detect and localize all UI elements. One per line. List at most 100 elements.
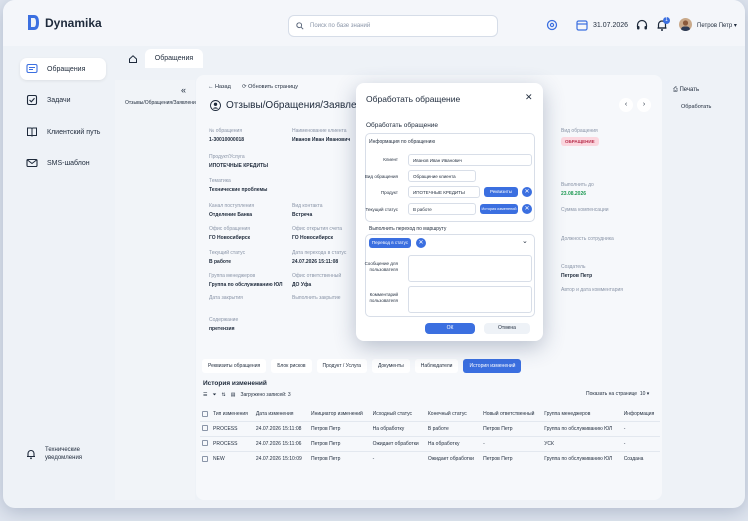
route-title: Выполнить переход по маршруту xyxy=(369,226,447,232)
tab-requests[interactable]: Обращения xyxy=(145,49,203,68)
search-icon xyxy=(296,22,304,30)
chevron-down-icon[interactable]: ⌄ xyxy=(522,237,528,245)
table-row[interactable]: NEW 24.07.2026 15:10:09 Петров Петр - Ожидае… xyxy=(200,450,660,466)
status-field[interactable]: В работе xyxy=(408,203,476,215)
bell-icon xyxy=(27,450,35,460)
column-header[interactable]: Исходный статус xyxy=(371,407,426,421)
select-all-checkbox[interactable] xyxy=(202,410,208,417)
tab-risks[interactable]: Блок рисков xyxy=(271,359,312,373)
sidebar-item-label: SMS-шаблон xyxy=(47,159,90,167)
field-product: Продукт/Услуга ИПОТЕЧНЫЕ КРЕДИТЫ xyxy=(209,154,269,169)
column-header[interactable]: Дата изменения xyxy=(254,407,309,421)
product-field[interactable]: ИПОТЕЧНЫЕ КРЕДИТЫ xyxy=(408,186,480,198)
column-header[interactable]: Конечный статус xyxy=(426,407,481,421)
sort-icon[interactable]: ⇅ xyxy=(222,392,226,398)
tab-documents[interactable]: Документы xyxy=(371,359,410,373)
column-header[interactable]: Инициатор изменений xyxy=(309,407,371,421)
ok-button[interactable]: ОК xyxy=(425,323,475,334)
column-header[interactable]: Тип изменения xyxy=(211,407,254,421)
clear-icon[interactable]: ✕ xyxy=(416,238,426,248)
table-row[interactable]: PROCESS 24.07.2026 15:11:06 Петров Петр Ожи… xyxy=(200,435,660,451)
row-checkbox[interactable] xyxy=(202,455,208,462)
tab-requisites[interactable]: Реквизиты обращения xyxy=(202,359,267,373)
row-checkbox[interactable] xyxy=(202,440,208,447)
mail-icon xyxy=(26,158,38,168)
field-creator: Создатель Петров Петр xyxy=(561,264,593,279)
row-checkbox[interactable] xyxy=(202,425,208,432)
user-name: Петров Петр xyxy=(697,23,733,29)
user-menu[interactable]: Петров Петр ▾ xyxy=(697,22,737,29)
refresh-button[interactable]: ⟳ Обновить страницу xyxy=(242,84,298,90)
sidebar-item-label: Обращения xyxy=(47,65,86,73)
sidebar-item-requests[interactable]: Обращения xyxy=(20,58,106,80)
field-status: Текущий статус В работе xyxy=(209,250,246,265)
history-button[interactable]: История изменений xyxy=(480,204,518,214)
clear-icon[interactable]: ✕ xyxy=(522,204,532,214)
search-input[interactable]: Поиск по базе знаний xyxy=(288,15,498,37)
avatar[interactable] xyxy=(679,18,692,31)
loaded-count: Загружено записей: 3 xyxy=(240,392,291,398)
export-icon[interactable]: ▤ xyxy=(231,392,236,398)
collapse-icon[interactable]: « xyxy=(181,85,186,95)
field-done-by: Выполнить до 23.08.2026 xyxy=(561,182,594,197)
table-row[interactable]: PROCESS 24.07.2026 15:11:08 Петров Петр На … xyxy=(200,420,660,436)
headset-icon[interactable] xyxy=(635,18,649,32)
column-header[interactable]: Информация xyxy=(622,407,660,421)
column-header[interactable]: Группа менеджеров xyxy=(542,407,621,421)
status-label: Текущий статус xyxy=(365,207,398,212)
field-office: Офис обращения ГО Новосибирск xyxy=(209,226,251,241)
comment-textarea[interactable] xyxy=(408,286,532,313)
checklist-icon xyxy=(26,94,38,106)
field-comment-author: Автор и дата комментария xyxy=(561,287,623,293)
field-close-date: Дата закрытия xyxy=(209,295,243,301)
per-page-select[interactable]: Показать на странице 10 ▾ xyxy=(586,391,649,397)
process-modal: Обработать обращение ✕ Обработать обраще… xyxy=(356,83,543,341)
tree-item[interactable]: Отзывы/Обращения/Заявления xyxy=(125,100,199,106)
tab-product[interactable]: Продукт / Услуга xyxy=(316,359,367,373)
sidebar-item-client-path[interactable]: Клиентский путь xyxy=(20,121,106,143)
message-textarea[interactable] xyxy=(408,255,532,282)
print-button[interactable]: ⎙ Печать xyxy=(673,87,699,94)
filter-icon[interactable]: ⏷ xyxy=(212,392,216,398)
field-contact-type: Вид контакта Встреча xyxy=(292,203,323,218)
home-button[interactable] xyxy=(123,50,143,68)
field-open-office: Офис открытия счета ГО Новосибирск xyxy=(292,226,343,241)
sidebar-item-tasks[interactable]: Задачи xyxy=(20,89,106,111)
app-name: Dynamika xyxy=(45,15,102,30)
route-chip[interactable]: Перевод в статус xyxy=(369,238,411,248)
field-manager-group: Группа менеджеров Группа по обслуживанию … xyxy=(209,273,283,288)
calendar-icon[interactable] xyxy=(575,18,589,32)
sidebar-item-tech-notifications[interactable]: Технические уведомления xyxy=(25,446,82,462)
page-title-text: Отзывы/Обращения/Заявления xyxy=(226,100,374,111)
back-button[interactable]: ← Назад xyxy=(208,84,231,90)
app-window: Dynamika Поиск по базе знаний 31.07.2026… xyxy=(3,0,745,508)
field-position: Должность сотрудника xyxy=(561,236,614,242)
clear-icon[interactable]: ✕ xyxy=(522,187,532,197)
list-icon[interactable]: ☰ xyxy=(203,392,207,398)
prev-button[interactable]: ‹ xyxy=(619,98,633,112)
close-icon[interactable]: ✕ xyxy=(525,92,533,103)
tab-history[interactable]: История изменений xyxy=(463,359,522,373)
cancel-button[interactable]: Отмена xyxy=(484,323,530,334)
next-button[interactable]: › xyxy=(637,98,651,112)
process-button[interactable]: Обработать xyxy=(681,104,711,110)
type-label: Вид обращения xyxy=(364,174,398,179)
client-field[interactable]: Иванов Иван Иванович xyxy=(408,154,532,166)
sidebar: Обращения Задачи Клиентский путь SMS-шаб… xyxy=(3,46,115,508)
modal-section-title: Обработать обращение xyxy=(366,122,439,129)
logo: Dynamika xyxy=(26,14,102,31)
field-theme: Тематика Технические проблемы xyxy=(209,178,268,193)
tab-observers[interactable]: Наблюдатели xyxy=(414,359,459,373)
requisites-button[interactable]: Реквизиты xyxy=(484,187,518,197)
gear-icon[interactable] xyxy=(545,18,559,32)
column-header[interactable]: Новый ответственный xyxy=(481,407,542,421)
field-compensation: Сумма компенсации xyxy=(561,207,609,213)
client-label: Клиент xyxy=(383,157,398,162)
history-title: История изменений xyxy=(203,380,267,387)
type-field[interactable]: Обращение клиента xyxy=(408,170,476,182)
sidebar-item-sms-template[interactable]: SMS-шаблон xyxy=(20,152,106,174)
search-placeholder: Поиск по базе знаний xyxy=(310,23,371,29)
field-content: Содержание претензия xyxy=(209,317,239,332)
table-toolbar: ☰ ⏷ ⇅ ▤ Загружено записей: 3 xyxy=(203,392,291,398)
modal-title: Обработать обращение xyxy=(366,94,461,104)
